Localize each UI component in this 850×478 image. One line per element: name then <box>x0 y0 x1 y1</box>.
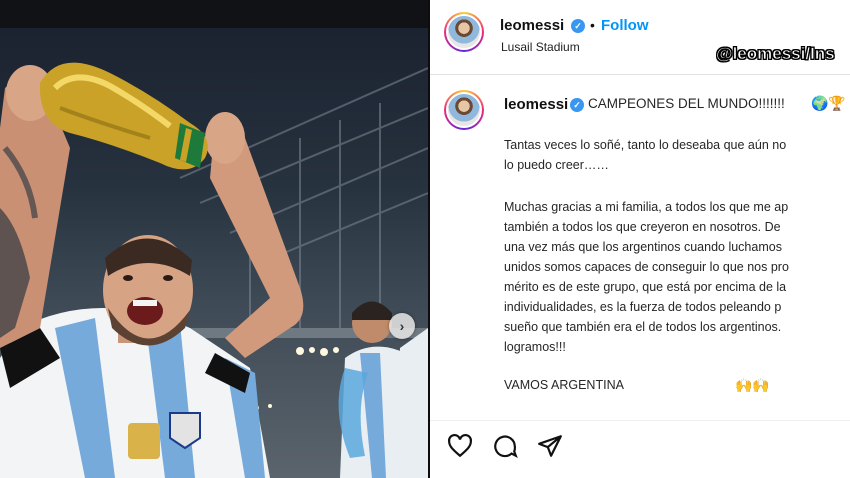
caption-closing: VAMOS ARGENTINA <box>504 378 624 392</box>
post-photo[interactable]: › <box>0 28 428 478</box>
post-header: leomessi ✓ • Follow Lusail Stadium @leom… <box>430 0 850 72</box>
action-bar <box>430 420 850 478</box>
follow-button[interactable]: Follow <box>601 17 649 34</box>
video-frame: › leomessi ✓ • Follow Lusail Stadium @le… <box>0 0 850 478</box>
chevron-right-icon[interactable]: › <box>389 313 415 339</box>
verified-badge-icon: ✓ <box>571 19 585 33</box>
divider <box>430 74 850 75</box>
paper-plane-icon[interactable] <box>537 433 563 459</box>
caption-paragraph-1: Tantas veces lo soñé, tanto lo deseaba q… <box>504 138 787 172</box>
celebration-illustration <box>0 62 428 478</box>
caption-avatar[interactable] <box>444 90 484 130</box>
caption-username[interactable]: leomessi <box>504 96 568 113</box>
post-panel: leomessi ✓ • Follow Lusail Stadium @leom… <box>430 0 850 478</box>
username-link[interactable]: leomessi <box>500 17 564 34</box>
comment-icon[interactable] <box>492 433 518 459</box>
caption-paragraph-2: Muchas gracias a mi familia, a todos los… <box>504 200 789 354</box>
separator-dot: • <box>590 17 595 33</box>
clapping-emojis: 🙌🙌 <box>735 377 770 393</box>
location-link[interactable]: Lusail Stadium <box>501 40 580 54</box>
avatar[interactable] <box>444 12 484 52</box>
black-letterbox <box>0 0 428 28</box>
channel-watermark: @leomessi/Ins <box>716 44 835 64</box>
heart-icon[interactable] <box>447 433 473 459</box>
caption-emojis: 🌍🏆 <box>811 95 846 111</box>
caption-title: CAMPEONES DEL MUNDO!!!!!!! <box>588 96 785 111</box>
verified-badge-icon: ✓ <box>570 98 584 112</box>
